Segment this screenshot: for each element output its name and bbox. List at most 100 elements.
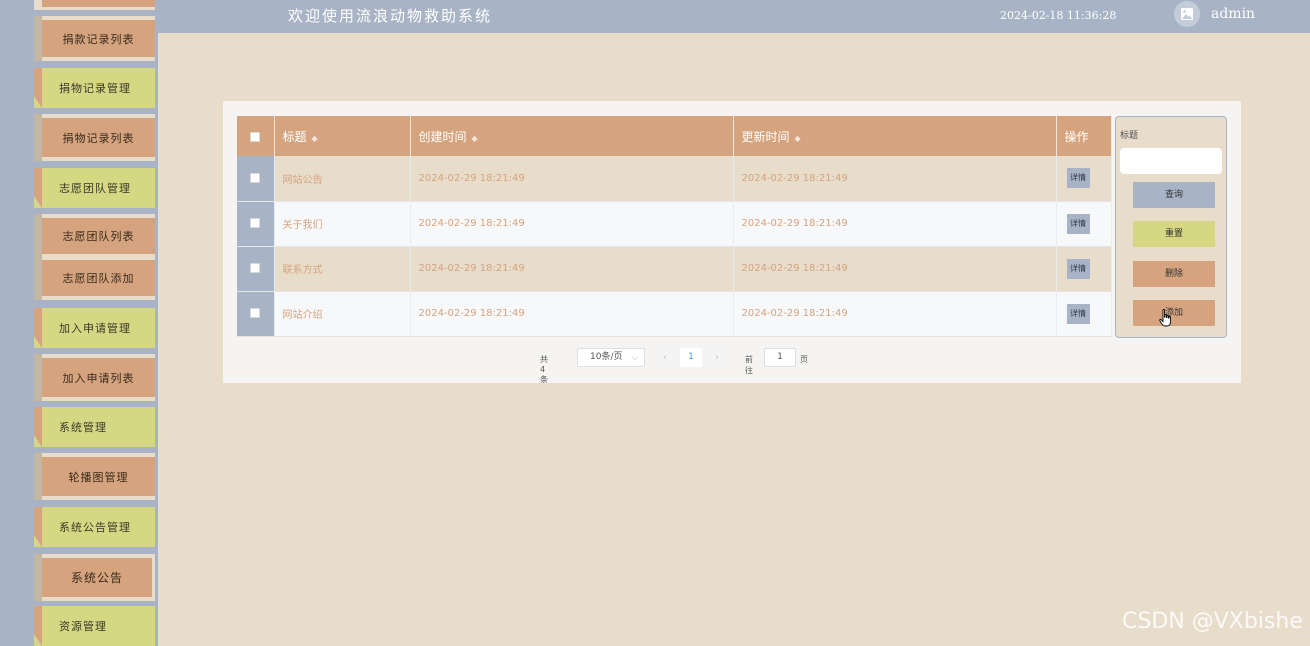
menu-strip <box>34 606 42 646</box>
delete-button[interactable]: 删除 <box>1133 261 1215 287</box>
page-number[interactable]: 1 <box>680 348 702 367</box>
sidebar-item-label: 系统管理 <box>59 421 107 434</box>
select-all-cell <box>237 116 275 156</box>
detail-button[interactable]: 详情 <box>1066 213 1090 234</box>
cell-actions: 详情 <box>1056 246 1112 292</box>
sidebar-item-label: 轮播图管理 <box>42 457 155 496</box>
sidebar-item-application-list[interactable]: 加入申请列表 <box>34 354 155 401</box>
row-checkbox[interactable] <box>250 308 261 318</box>
add-button[interactable]: 添加 <box>1133 300 1215 326</box>
sidebar-item-donation-list[interactable]: 捐款记录列表 <box>34 16 155 61</box>
menu-strip <box>34 68 42 108</box>
column-header-label: 更新时间 <box>741 129 790 144</box>
sort-icon[interactable]: ◆ <box>312 134 318 143</box>
sidebar-item-label: 志愿团队管理 <box>59 182 131 195</box>
sidebar-item-label: 捐款记录列表 <box>42 20 155 57</box>
reset-button[interactable]: 重置 <box>1133 221 1215 247</box>
menu-fragment <box>34 0 155 10</box>
menu-shade <box>34 453 42 500</box>
cell-updated: 2024-02-29 18:21:49 <box>733 156 1057 202</box>
detail-button[interactable]: 详情 <box>1066 303 1090 324</box>
select-all-checkbox[interactable] <box>250 131 261 142</box>
sidebar-item-label: 志愿团队添加 <box>62 272 135 285</box>
cell-title: 网站介绍 <box>274 291 411 337</box>
chevron-right-icon[interactable]: › <box>707 348 727 367</box>
table-row: 网站介绍 2024-02-29 18:21:49 2024-02-29 18:2… <box>237 291 1112 337</box>
page-size-select[interactable]: 10条/页 ⌵ <box>577 348 645 367</box>
cell-title: 网站公告 <box>274 156 411 202</box>
row-checkbox[interactable] <box>250 218 261 228</box>
image-icon[interactable] <box>1174 1 1200 27</box>
content-card: 标题 ◆ 创建时间 ◆ 更新时间 ◆ 操作 网站公告 2024-02-29 18:21… <box>223 101 1241 384</box>
column-header-label: 操作 <box>1064 129 1089 144</box>
sidebar-item-team-list[interactable]: 志愿团队列表 <box>42 218 155 254</box>
announcement-table: 标题 ◆ 创建时间 ◆ 更新时间 ◆ 操作 网站公告 2024-02-29 18:21… <box>237 116 1112 337</box>
column-header-title[interactable]: 标题 ◆ <box>274 116 411 156</box>
row-checkbox[interactable] <box>250 263 261 273</box>
watermark: CSDN @VXbishe <box>1122 609 1303 634</box>
goto-label: 前往 <box>745 355 753 375</box>
cell-actions: 详情 <box>1056 291 1112 337</box>
top-header: 欢迎使用流浪动物救助系统 2024-02-18 11:36:28 admin <box>158 0 1310 33</box>
cell-created: 2024-02-29 18:21:49 <box>410 291 734 337</box>
menu-strip <box>34 168 42 208</box>
detail-button[interactable]: 详情 <box>1066 168 1090 189</box>
page-size-value: 10条/页 <box>590 352 623 362</box>
cell-created: 2024-02-29 18:21:49 <box>410 201 734 247</box>
chevron-left-icon[interactable]: ‹ <box>655 348 675 367</box>
sidebar-item-carousel-management[interactable]: 轮播图管理 <box>34 453 155 500</box>
hand-cursor-icon <box>1159 309 1173 331</box>
menu-fragment-inner <box>42 0 155 7</box>
menu-shade <box>34 16 42 61</box>
menu-shade <box>34 114 42 161</box>
cell-updated: 2024-02-29 18:21:49 <box>733 246 1057 292</box>
sidebar-item-label: 系统公告 <box>42 558 152 597</box>
sidebar: 捐款记录列表 捐物记录管理 捐物记录列表 志愿团队管理 志愿团队列表 志愿团队添… <box>0 0 158 646</box>
username[interactable]: admin <box>1211 6 1255 22</box>
menu-shade <box>34 354 42 401</box>
page-jump-input[interactable]: 1 <box>764 348 796 367</box>
sort-icon[interactable]: ◆ <box>472 134 478 143</box>
menu-shade <box>34 554 42 601</box>
row-select-cell <box>237 201 275 247</box>
title-search-input[interactable] <box>1120 148 1222 174</box>
table-header-row: 标题 ◆ 创建时间 ◆ 更新时间 ◆ 操作 <box>237 116 1112 156</box>
sidebar-item-team-management[interactable]: 志愿团队管理 <box>34 168 155 208</box>
sidebar-item-label: 资源管理 <box>59 620 107 633</box>
sidebar-item-goods-management[interactable]: 捐物记录管理 <box>34 68 155 108</box>
cell-created: 2024-02-29 18:21:49 <box>410 156 734 202</box>
sidebar-item-label: 捐物记录管理 <box>59 82 131 95</box>
column-header-actions: 操作 <box>1056 116 1112 156</box>
sidebar-item-label: 志愿团队列表 <box>62 230 135 243</box>
column-header-label: 创建时间 <box>418 129 467 144</box>
sidebar-item-system-management[interactable]: 系统管理 <box>34 407 155 447</box>
column-header-updated[interactable]: 更新时间 ◆ <box>733 116 1057 156</box>
detail-button[interactable]: 详情 <box>1066 258 1090 279</box>
menu-strip <box>34 407 42 447</box>
query-button[interactable]: 查询 <box>1133 182 1215 208</box>
cell-title: 关于我们 <box>274 201 411 247</box>
page-title: 欢迎使用流浪动物救助系统 <box>288 7 493 25</box>
table-row: 联系方式 2024-02-29 18:21:49 2024-02-29 18:2… <box>237 246 1112 292</box>
row-checkbox[interactable] <box>250 172 261 183</box>
sidebar-item-announcement-management[interactable]: 系统公告管理 <box>34 507 155 547</box>
cell-updated: 2024-02-29 18:21:49 <box>733 291 1057 337</box>
sidebar-item-resource-management[interactable]: 资源管理 <box>34 606 155 646</box>
sidebar-item-label: 加入申请列表 <box>42 358 155 397</box>
cell-actions: 详情 <box>1056 201 1112 247</box>
cell-actions: 详情 <box>1056 156 1112 202</box>
page-unit-label: 页 <box>800 355 808 364</box>
sidebar-item-application-management[interactable]: 加入申请管理 <box>34 308 155 348</box>
sidebar-item-goods-list[interactable]: 捐物记录列表 <box>34 114 155 161</box>
column-header-created[interactable]: 创建时间 ◆ <box>410 116 734 156</box>
sort-icon[interactable]: ◆ <box>795 134 801 143</box>
column-header-label: 标题 <box>282 129 307 144</box>
sidebar-item-label: 加入申请管理 <box>59 322 131 335</box>
sidebar-item-team-add[interactable]: 志愿团队添加 <box>42 260 155 296</box>
header-datetime: 2024-02-18 11:36:28 <box>1000 9 1117 22</box>
sidebar-item-announcement[interactable]: 系统公告 <box>34 554 155 601</box>
row-select-cell <box>237 246 275 292</box>
chevron-down-icon: ⌵ <box>631 353 638 362</box>
cell-updated: 2024-02-29 18:21:49 <box>733 201 1057 247</box>
row-select-cell <box>237 156 275 202</box>
